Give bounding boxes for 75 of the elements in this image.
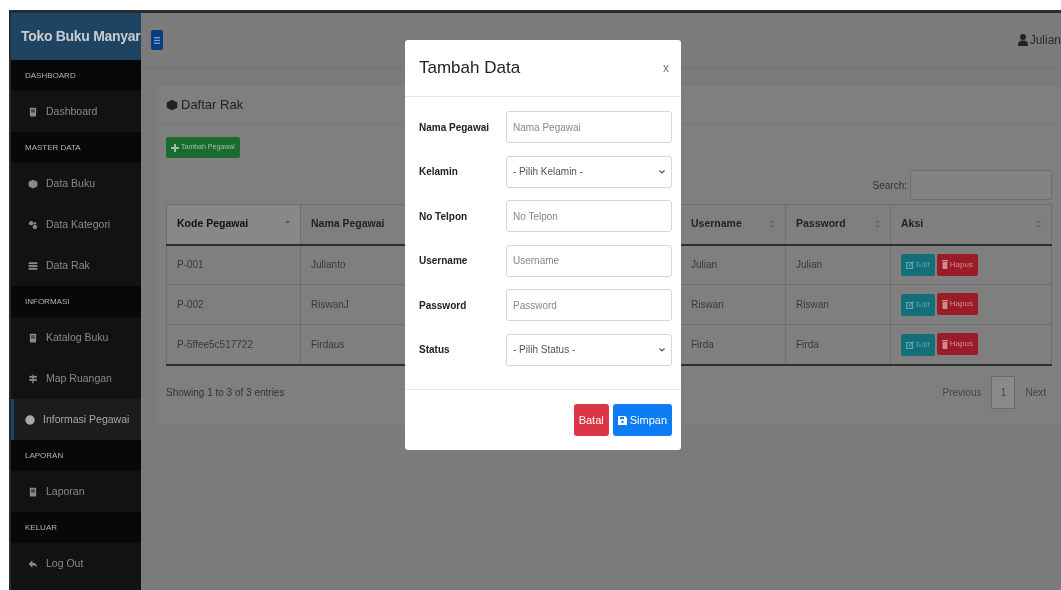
edit-icon — [906, 340, 914, 349]
delete-button[interactable]: Hapus — [936, 333, 978, 355]
edit-button[interactable]: Edit — [901, 254, 935, 276]
input-field[interactable]: Password — [506, 289, 672, 321]
table-cell: Julian — [785, 244, 891, 285]
table-cell: P-5ffee5c517722 — [166, 324, 301, 365]
column-header[interactable]: Aksi — [890, 204, 1052, 245]
select-field[interactable]: - Pilih Kelamin - — [506, 155, 672, 188]
user-menu[interactable]: Julian — [1017, 31, 1061, 49]
edit-button[interactable]: Edit — [901, 333, 935, 356]
previous-link[interactable]: Previous — [942, 384, 982, 400]
sidebar-heading: KELUAR — [11, 512, 141, 543]
field-label: Username — [419, 254, 469, 268]
cube-icon — [28, 178, 38, 189]
sidebar-item[interactable]: Map Ruangan — [11, 358, 141, 399]
save-icon — [617, 415, 627, 425]
field-label: Nama Pegawai — [419, 120, 491, 135]
menu-button[interactable] — [151, 30, 163, 50]
column-header[interactable]: Password — [785, 204, 891, 245]
sidebar-item[interactable]: Dashboard — [11, 91, 141, 132]
chevron-down-icon — [659, 347, 665, 352]
field-label: Kelamin — [419, 165, 459, 179]
reply-icon — [28, 558, 38, 569]
input-field[interactable]: Username — [506, 244, 672, 277]
edit-button[interactable]: Edit — [901, 293, 935, 316]
page-link[interactable]: 1 — [991, 375, 1016, 409]
input-field[interactable]: Nama Pegawai — [506, 111, 672, 143]
cancel-button[interactable]: Batal — [573, 404, 609, 436]
delete-button[interactable]: Hapus — [936, 293, 978, 316]
entries-info: Showing 1 to 3 of 3 entries — [166, 385, 285, 400]
sidebar-item[interactable]: Log Out — [11, 543, 141, 584]
save-button[interactable]: Simpan — [612, 404, 672, 436]
sidebar-heading: MASTER DATA — [11, 132, 141, 163]
sidebar-item[interactable]: Laporan — [11, 471, 141, 512]
sidebar-heading: DASHBOARD — [11, 60, 141, 91]
search-label: Search: — [872, 178, 907, 193]
table-cell: P-002 — [166, 284, 301, 325]
trash-icon — [941, 260, 948, 269]
delete-button[interactable]: Hapus — [936, 253, 978, 276]
list-icon — [28, 260, 38, 271]
edit-icon — [906, 300, 914, 309]
sidebar-item[interactable]: Data Kategori — [11, 204, 141, 245]
user-icon — [1017, 34, 1028, 46]
signpost-icon — [28, 373, 38, 384]
book-icon — [28, 486, 38, 497]
cube-icon — [166, 98, 178, 111]
shapes-icon — [28, 219, 38, 230]
trash-icon — [941, 339, 948, 349]
card-title: Daftar Rak — [181, 95, 244, 114]
sidebar-item[interactable]: Data Buku — [11, 163, 141, 204]
book-icon — [28, 332, 38, 343]
modal-title: Tambah Data — [419, 57, 521, 80]
plus-icon — [171, 143, 179, 152]
sidebar-heading: INFORMASI — [11, 286, 141, 317]
chevron-down-icon — [659, 169, 665, 174]
sidebar-item[interactable]: Katalog Buku — [11, 317, 141, 358]
table-cell: Riswan — [785, 284, 891, 325]
close-button[interactable]: x — [663, 59, 669, 77]
next-link[interactable]: Next — [1025, 384, 1046, 400]
brand-title: Toko Buku Manyar — [11, 13, 141, 60]
trash-icon — [941, 299, 948, 309]
column-header[interactable]: Kode Pegawai — [166, 204, 301, 245]
table-cell: Firda — [785, 324, 891, 365]
select-field[interactable]: - Pilih Status - — [506, 333, 672, 366]
menu-icon — [154, 36, 160, 44]
edit-icon — [906, 261, 914, 269]
sidebar-heading: LAPORAN — [11, 440, 141, 471]
input-field[interactable]: No Telpon — [506, 200, 672, 232]
sidebar-item[interactable]: Data Rak — [11, 245, 141, 286]
book-icon — [28, 106, 38, 117]
field-label: Password — [419, 298, 468, 313]
sidebar-item[interactable]: Informasi Pegawai — [11, 399, 141, 440]
table-cell: P-001 — [166, 244, 301, 285]
field-label: Status — [419, 343, 451, 357]
field-label: No Telpon — [419, 209, 469, 224]
